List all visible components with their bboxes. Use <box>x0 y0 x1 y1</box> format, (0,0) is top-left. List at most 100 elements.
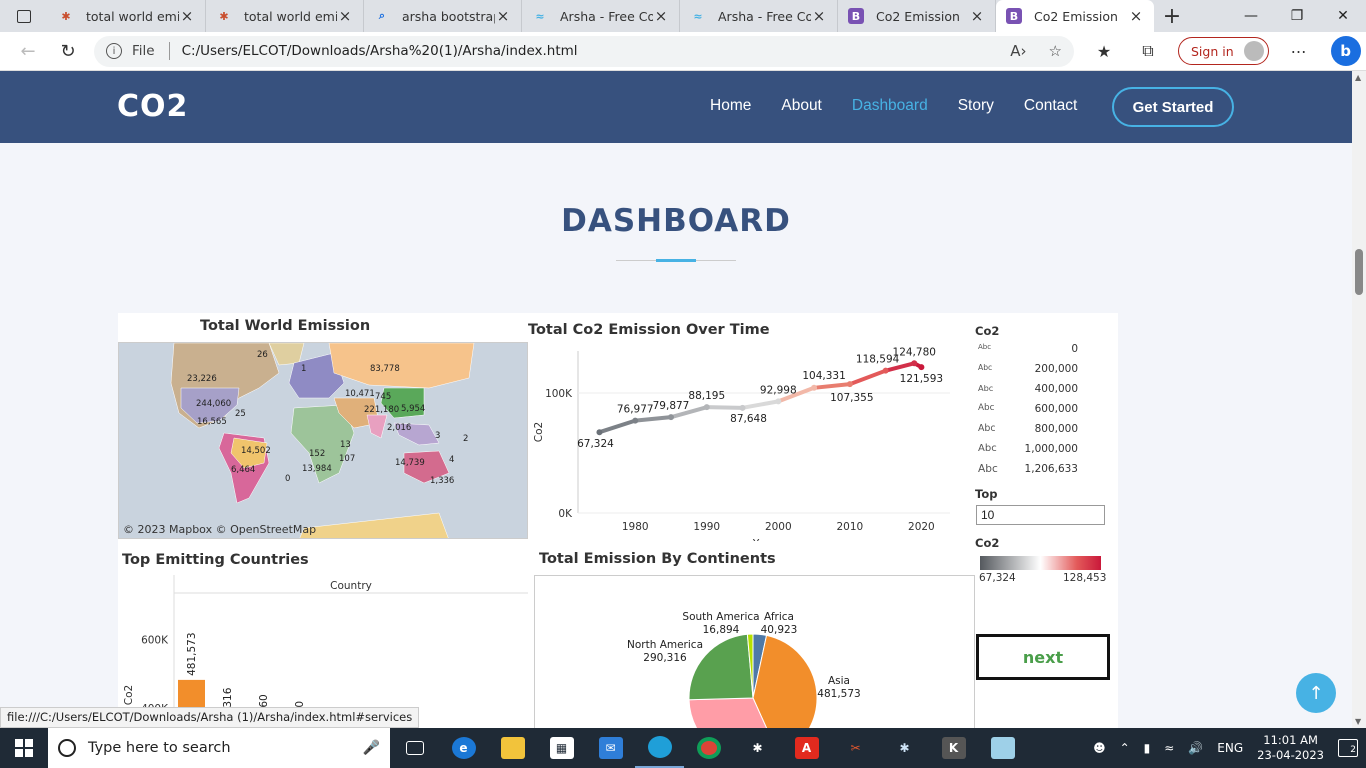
world-map[interactable]: 26 1 83,778 23,226 10,471 745 221,180 24… <box>118 342 528 539</box>
chrome-icon[interactable] <box>684 728 733 768</box>
bootstrap-icon: B <box>848 8 864 24</box>
page-scrollbar[interactable]: ▲ ▼ <box>1352 71 1366 728</box>
browser-tab[interactable]: ≈ Arsha - Free Corporate× <box>680 0 838 32</box>
data-point <box>703 404 710 411</box>
tab-strip: ✱total world emission×✱total world emiss… <box>0 0 1366 32</box>
browser-tab[interactable]: ⌕ arsha bootstrap template× <box>364 0 522 32</box>
browser-tab[interactable]: ✱ total world emission× <box>48 0 206 32</box>
nav-story[interactable]: Story <box>958 97 994 115</box>
slice-category-label: North America <box>627 639 703 651</box>
clock[interactable]: 11:01 AM 23-04-2023 <box>1257 733 1324 763</box>
antarctica-shape <box>299 512 449 538</box>
url-text[interactable]: C:/Users/ELCOT/Downloads/Arsha%20(1)/Ars… <box>182 43 578 59</box>
url-field[interactable]: i File C:/Users/ELCOT/Downloads/Arsha%20… <box>94 35 1074 67</box>
notepad-icon[interactable] <box>978 728 1027 768</box>
close-tab-icon[interactable]: × <box>811 7 827 25</box>
notifications-icon[interactable]: 2 <box>1338 739 1358 757</box>
start-button[interactable] <box>0 728 48 768</box>
nav-dashboard[interactable]: Dashboard <box>852 97 928 115</box>
close-tab-icon[interactable]: × <box>653 7 669 25</box>
close-tab-icon[interactable]: × <box>179 7 195 25</box>
site-logo[interactable]: CO2 <box>117 89 188 124</box>
close-tab-icon[interactable]: × <box>495 7 511 25</box>
tableau-public-icon[interactable]: ✱ <box>880 728 929 768</box>
section-title: DASHBOARD <box>561 203 791 239</box>
scroll-up-icon[interactable]: ▲ <box>1355 73 1361 82</box>
back-to-top-button[interactable]: ↑ <box>1296 673 1336 713</box>
top-n-input[interactable] <box>976 505 1105 525</box>
map-label: 221,180 <box>364 405 400 415</box>
info-icon[interactable]: i <box>106 43 122 59</box>
acrobat-icon[interactable]: A <box>782 728 831 768</box>
task-view-icon[interactable] <box>390 728 439 768</box>
map-label: 2 <box>463 434 469 444</box>
favorites-icon[interactable]: ★ <box>1082 42 1126 61</box>
data-point <box>811 384 818 391</box>
scroll-thumb[interactable] <box>1355 249 1363 295</box>
avatar <box>1243 41 1264 61</box>
volume-icon[interactable]: 🔊 <box>1188 741 1203 755</box>
top-countries-chart[interactable]: Country600K400KCo2481,573290,31644,0601,… <box>118 575 530 728</box>
slice-value-label: 481,573 <box>817 688 860 700</box>
bing-copilot-icon[interactable]: b <box>1330 36 1361 66</box>
new-tab-button[interactable]: + <box>1154 4 1190 29</box>
tray-chevron-icon[interactable]: ⌃ <box>1120 741 1130 755</box>
collections-icon[interactable]: ⧉ <box>1126 41 1170 61</box>
close-window-icon[interactable]: ✕ <box>1320 8 1366 24</box>
wifi-icon[interactable]: ≈ <box>1164 741 1174 755</box>
language-indicator[interactable]: ENG <box>1217 741 1243 755</box>
store-icon[interactable]: ▦ <box>537 728 586 768</box>
co2-over-time-chart[interactable]: 0K 100K 1980 1990 2000 2010 2020 Year Co2 67,324 7… <box>528 343 960 541</box>
browser-tab[interactable]: B Co2 Emission × <box>996 0 1154 32</box>
snipping-tool-icon[interactable]: ✂ <box>831 728 880 768</box>
restore-icon[interactable]: ❐ <box>1274 8 1320 24</box>
close-tab-icon[interactable]: × <box>337 7 353 25</box>
tableau-app-icon[interactable]: ✱ <box>733 728 782 768</box>
tab-title: total world emission <box>244 8 337 24</box>
close-tab-icon[interactable]: × <box>969 7 985 25</box>
next-button[interactable]: next <box>976 634 1110 680</box>
microphone-icon[interactable]: 🎤 <box>363 740 380 756</box>
map-label: 25 <box>235 409 246 419</box>
scroll-down-icon[interactable]: ▼ <box>1355 717 1361 726</box>
taskbar-search[interactable]: Type here to search 🎤 <box>48 728 390 768</box>
mail-icon[interactable]: ✉ <box>586 728 635 768</box>
x-tick-label: 2020 <box>908 521 935 533</box>
get-started-button[interactable]: Get Started <box>1112 87 1234 127</box>
file-explorer-icon[interactable] <box>488 728 537 768</box>
nav-about[interactable]: About <box>781 97 822 115</box>
map-label: 13 <box>340 440 351 450</box>
tab-actions-icon[interactable] <box>0 0 48 32</box>
close-tab-icon[interactable]: × <box>1128 7 1144 25</box>
people-icon[interactable]: ☻ <box>1093 741 1106 755</box>
minimize-icon[interactable]: — <box>1228 8 1274 24</box>
kite-icon[interactable]: K <box>929 728 978 768</box>
back-arrow-icon[interactable]: ← <box>8 35 48 67</box>
battery-icon[interactable]: ▮ <box>1144 741 1151 755</box>
browser-tab[interactable]: B Co2 Emission × <box>838 0 996 32</box>
point-label: 92,998 <box>760 384 797 396</box>
tab-title: Arsha - Free Corporate <box>560 8 653 24</box>
line-segment <box>812 382 852 390</box>
nav-contact[interactable]: Contact <box>1024 97 1077 115</box>
add-favorite-icon[interactable]: ☆ <box>1049 42 1062 60</box>
edge-icon[interactable] <box>635 728 684 768</box>
more-options-icon[interactable]: ⋯ <box>1277 42 1321 61</box>
read-aloud-icon[interactable]: A› <box>1010 42 1026 60</box>
map-label: 6,464 <box>231 465 256 475</box>
nav-home[interactable]: Home <box>710 97 751 115</box>
address-bar-row: ← ↻ i File C:/Users/ELCOT/Downloads/Arsh… <box>0 32 1366 71</box>
slice-category-label: South America <box>682 611 759 623</box>
tab-title: Arsha - Free Corporate <box>718 8 811 24</box>
bootstrap-icon: B <box>1006 8 1022 24</box>
size-legend-swatch: Abc <box>978 343 992 351</box>
india-shape <box>366 414 388 439</box>
browser-tab[interactable]: ≈ Arsha - Free Corporate× <box>522 0 680 32</box>
edge-legacy-icon[interactable]: e <box>439 728 488 768</box>
refresh-icon[interactable]: ↻ <box>48 35 88 67</box>
site-header: CO2 Home About Dashboard Story Contact G… <box>0 71 1352 143</box>
sign-in-button[interactable]: Sign in <box>1178 37 1269 65</box>
continents-pie-chart[interactable]: Asia481,573 North America290,316 South Ame… <box>534 575 975 728</box>
browser-tab[interactable]: ✱ total world emission× <box>206 0 364 32</box>
point-label: 79,877 <box>653 400 690 412</box>
